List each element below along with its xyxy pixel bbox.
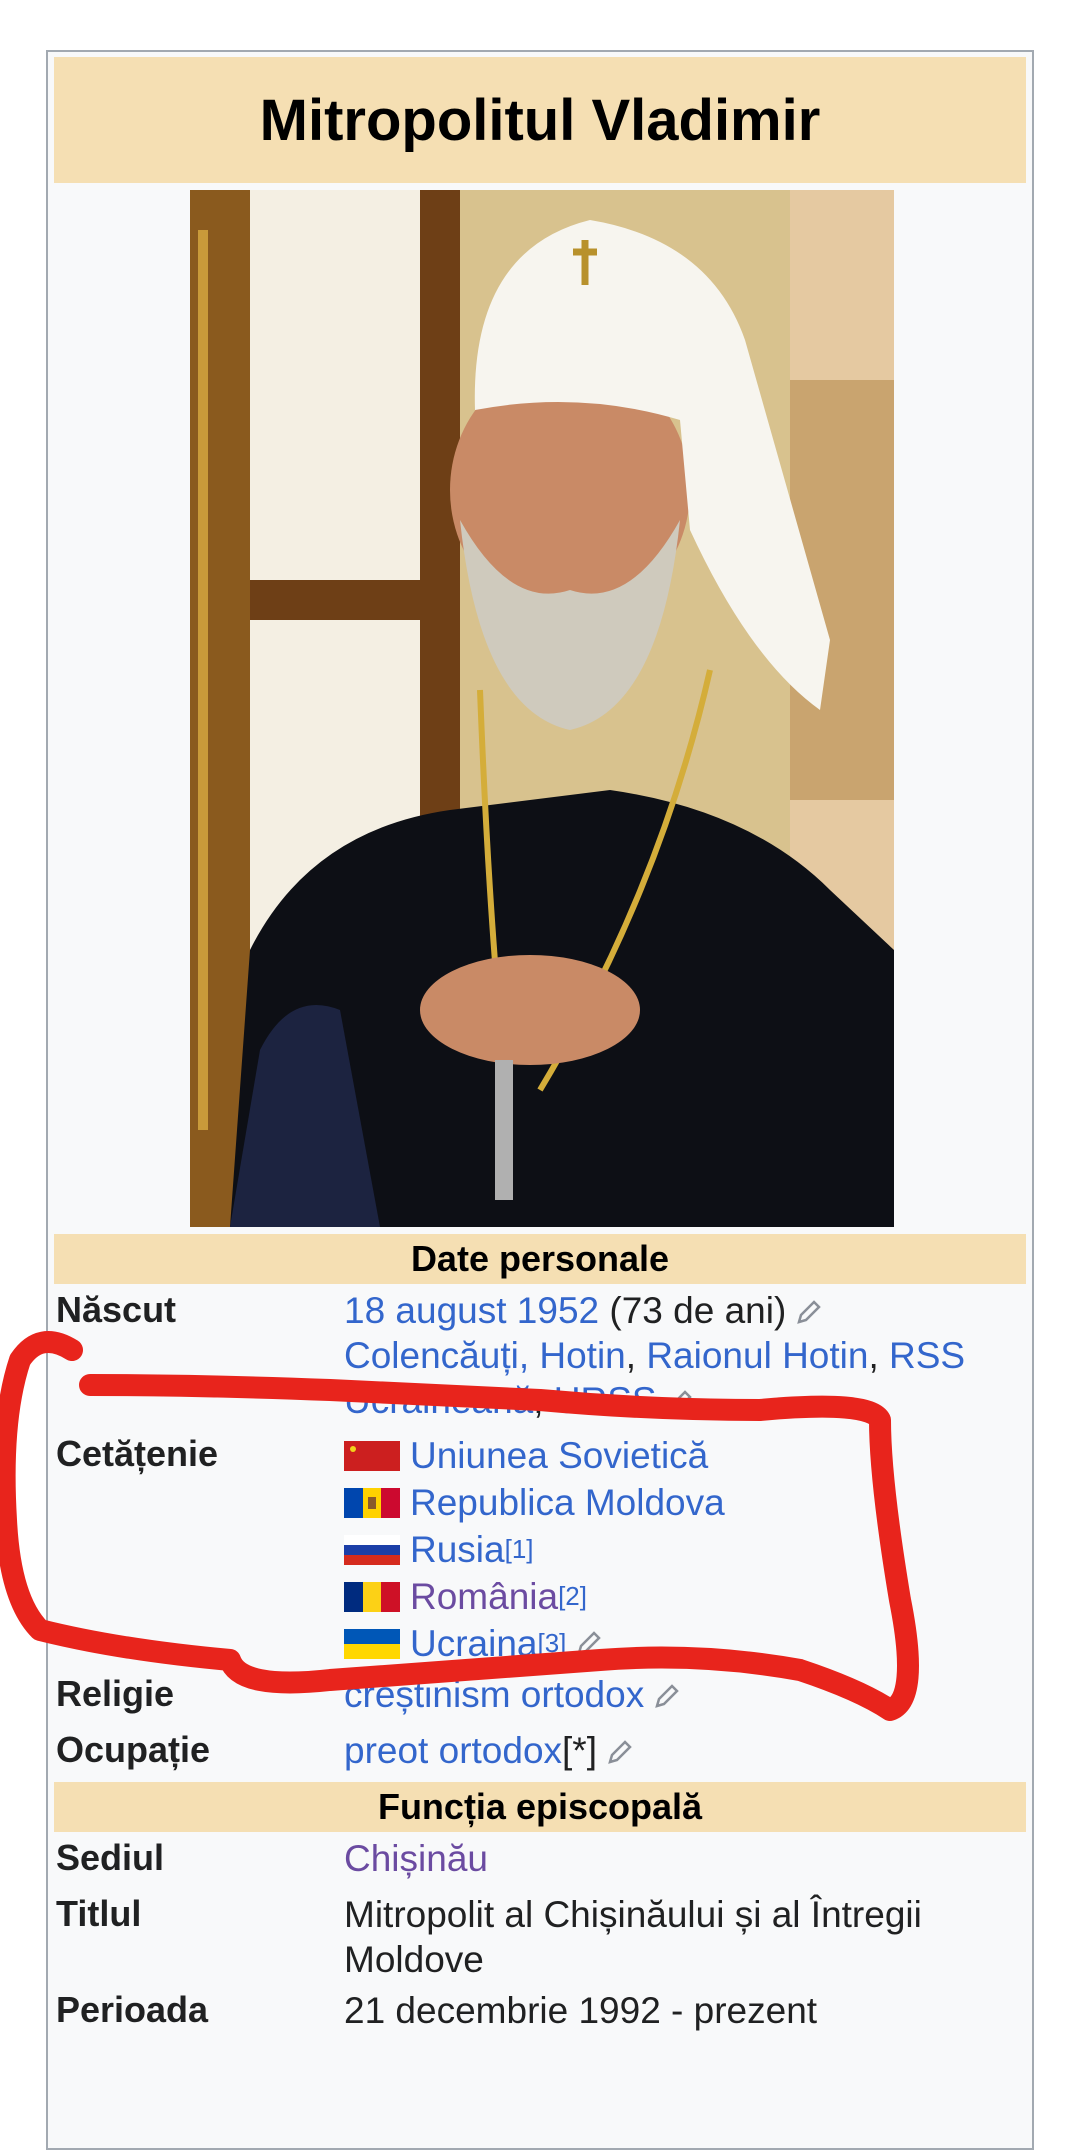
citizenship-item: Rusia [1] [344, 1526, 1024, 1573]
edit-pencil-icon[interactable] [794, 1299, 822, 1327]
reference-1[interactable]: [1] [505, 1527, 534, 1572]
edit-pencil-icon[interactable] [665, 1389, 693, 1417]
birthplace-link-urss[interactable]: URSS [554, 1380, 657, 1421]
citizenship-link-ussr[interactable]: Uniunea Sovietică [410, 1433, 708, 1478]
edit-pencil-icon[interactable] [605, 1739, 633, 1767]
wikidata-note[interactable]: [*] [562, 1730, 597, 1771]
occupation-label: Ocupație [56, 1729, 211, 1770]
age-text: (73 de ani) [599, 1290, 787, 1331]
edit-pencil-icon[interactable] [574, 1630, 602, 1658]
separator: , [625, 1335, 647, 1376]
section-personal-data: Date personale [54, 1234, 1026, 1284]
citizenship-link-romania[interactable]: România [410, 1574, 558, 1619]
citizenship-item: Republica Moldova [344, 1479, 1024, 1526]
romania-flag-icon [344, 1581, 400, 1612]
seat-value: Chișinău [344, 1836, 1024, 1881]
russia-flag-icon [344, 1534, 400, 1565]
birthplace-link-raion[interactable]: Raionul Hotin [646, 1335, 868, 1376]
religion-link[interactable]: creștinism ortodox [344, 1674, 644, 1715]
born-label: Născut [56, 1289, 177, 1330]
title-value: Mitropolit al Chișinăului și al Întregii… [344, 1894, 922, 1980]
birthplace-link-colencauti[interactable]: Colencăuți, Hotin [344, 1335, 626, 1376]
religion-label: Religie [56, 1673, 175, 1714]
ukraine-flag-icon [344, 1628, 400, 1659]
occupation-value: preot ortodox[*] [344, 1728, 1024, 1773]
citizenship-link-moldova[interactable]: Republica Moldova [410, 1480, 725, 1525]
occupation-link[interactable]: preot ortodox [344, 1730, 562, 1771]
separator: , [868, 1335, 890, 1376]
reference-3[interactable]: [3] [538, 1621, 567, 1666]
infobox-title: Mitropolitul Vladimir [54, 57, 1026, 183]
citizenship-label: Cetățenie [56, 1433, 219, 1474]
portrait-photo[interactable] [190, 190, 894, 1227]
period-label: Perioada [56, 1989, 209, 2030]
citizenship-item: România [2] [344, 1573, 1024, 1620]
title-label: Titlul [56, 1893, 142, 1934]
citizenship-item: Uniunea Sovietică [344, 1432, 1024, 1479]
section-episcopal: Funcția episcopală [54, 1782, 1026, 1832]
citizenship-link-russia[interactable]: Rusia [410, 1527, 505, 1572]
seat-link[interactable]: Chișinău [344, 1838, 488, 1879]
citizenship-item: Ucraina [3] [344, 1620, 1024, 1667]
citizenship-link-ukraine[interactable]: Ucraina [410, 1621, 538, 1666]
religion-value: creștinism ortodox [344, 1672, 1024, 1717]
moldova-flag-icon [344, 1487, 400, 1518]
birth-date-link[interactable]: 18 august 1952 [344, 1290, 599, 1331]
infobox: Mitropolitul Vladimir Date personale Năs… [46, 50, 1034, 2150]
ussr-flag-icon [344, 1440, 400, 1471]
citizenship-value: Uniunea Sovietică Republica Moldova Rusi… [344, 1432, 1024, 1667]
reference-2[interactable]: [2] [558, 1574, 587, 1619]
born-value: 18 august 1952 (73 de ani) Colencăuți, H… [344, 1288, 1024, 1423]
edit-pencil-icon[interactable] [652, 1683, 680, 1711]
seat-label: Sediul [56, 1837, 165, 1878]
period-value: 21 decembrie 1992 - prezent [344, 1990, 818, 2031]
separator: , [533, 1380, 554, 1421]
